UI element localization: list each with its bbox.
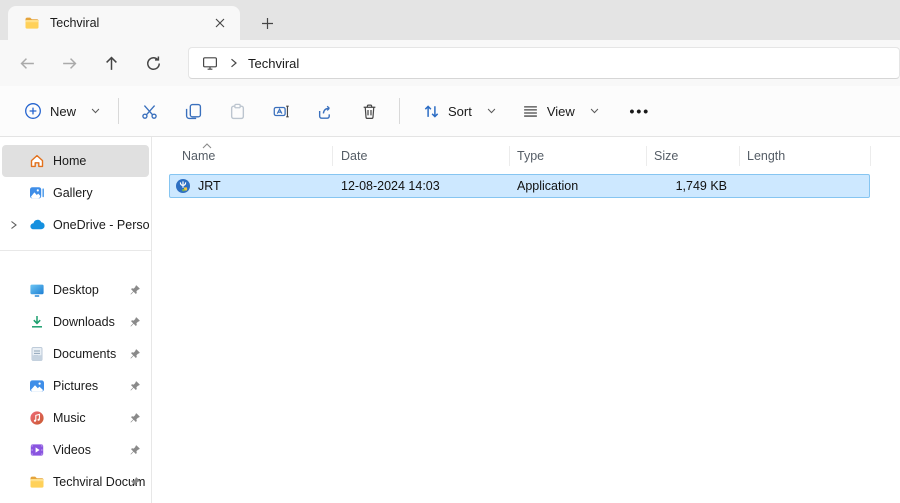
toolbar-separator [118,98,120,124]
rename-button[interactable] [259,93,303,129]
tab-bar: Techviral [0,0,900,40]
home-icon [29,153,45,169]
sidebar-item-techviral-documents[interactable]: Techviral Docum [2,466,149,498]
new-tab-button[interactable] [252,9,282,37]
sidebar-item-music[interactable]: Music [2,402,149,434]
chevron-down-icon [590,108,599,114]
file-length-cell [739,175,869,197]
breadcrumb-location: Techviral [248,55,300,71]
pin-icon [129,316,141,328]
pictures-icon [29,378,45,394]
downloads-icon [29,314,45,330]
sort-button[interactable]: Sort [412,93,507,129]
share-icon [317,103,334,120]
sidebar-item-documents[interactable]: Documents [2,338,149,370]
file-size-cell: 1,749 KB [675,179,727,193]
sort-icon [423,103,440,120]
gallery-icon [29,185,45,201]
column-header-name[interactable]: Name [152,143,332,169]
file-name-cell: JRT [170,175,332,197]
sidebar-item-home[interactable]: Home [2,145,149,177]
chevron-right-icon[interactable] [9,220,18,230]
back-button[interactable] [6,45,48,81]
videos-icon [29,442,45,458]
music-icon [29,410,45,426]
column-headers: Name Date Type Size Length [152,143,900,169]
file-explorer-window: Techviral Techviral New Sort View ••• Ho… [0,0,900,503]
folder-icon [29,474,45,490]
sidebar-item-downloads[interactable]: Downloads [2,306,149,338]
pin-icon [129,476,141,488]
refresh-button[interactable] [132,45,174,81]
navigation-bar: Techviral [0,40,900,86]
cut-button[interactable] [127,93,171,129]
column-header-date[interactable]: Date [332,143,509,169]
toolbar-separator [399,98,401,124]
delete-icon [361,103,378,120]
view-button[interactable]: View [511,93,610,129]
sidebar-item-pictures[interactable]: Pictures [2,370,149,402]
plus-circle-icon [24,102,42,120]
delete-button[interactable] [347,93,391,129]
sidebar-item-videos[interactable]: Videos [2,434,149,466]
navigation-sidebar: Home Gallery OneDrive - Persona [0,137,152,503]
forward-button[interactable] [48,45,90,81]
file-date-cell: 12-08-2024 14:03 [341,179,440,193]
copy-button[interactable] [171,93,215,129]
column-header-type[interactable]: Type [509,143,646,169]
folder-icon [24,15,40,31]
file-list-area: Name Date Type Size Length JRT 12-08-202… [152,137,900,503]
breadcrumb-chevron-icon [230,58,238,68]
pin-icon [129,412,141,424]
sidebar-item-gallery[interactable]: Gallery [2,177,149,209]
more-options-button[interactable]: ••• [620,93,660,129]
jrt-app-icon [175,178,191,194]
documents-icon [29,346,45,362]
address-bar[interactable]: Techviral [188,47,900,79]
copy-icon [185,103,202,120]
chevron-down-icon [487,108,496,114]
view-list-icon [522,103,539,120]
new-button[interactable]: New [14,93,110,129]
chevron-down-icon [91,108,100,114]
command-toolbar: New Sort View ••• [0,86,900,137]
sort-ascending-icon [202,143,212,149]
column-header-size[interactable]: Size [646,143,739,169]
onedrive-icon [29,217,45,233]
file-type-cell: Application [517,179,579,193]
up-button[interactable] [90,45,132,81]
pin-icon [129,380,141,392]
tab-title: Techviral [50,16,100,30]
pin-icon [129,284,141,296]
rename-icon [273,103,290,120]
tab-close-icon[interactable] [208,11,232,35]
paste-button[interactable] [215,93,259,129]
share-button[interactable] [303,93,347,129]
pin-icon [129,444,141,456]
paste-icon [229,103,246,120]
sidebar-item-onedrive[interactable]: OneDrive - Persona [2,209,149,241]
sidebar-separator [0,250,151,251]
this-pc-icon [202,55,218,71]
cut-icon [141,103,158,120]
tab-techviral[interactable]: Techviral [8,6,240,40]
column-header-length[interactable]: Length [739,143,870,169]
sidebar-item-desktop[interactable]: Desktop [2,274,149,306]
desktop-icon [29,282,45,298]
pin-icon [129,348,141,360]
file-row-jrt[interactable]: JRT 12-08-2024 14:03 Application 1,749 K… [169,174,870,198]
column-header-end [870,143,871,169]
